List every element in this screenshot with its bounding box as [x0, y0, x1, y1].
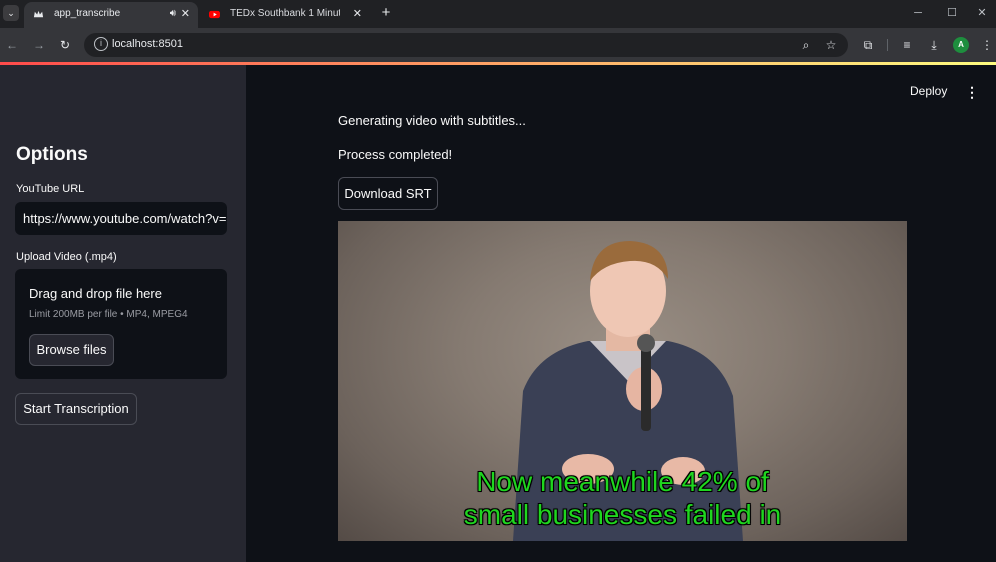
browser-menu-icon[interactable]: ⋮ [979, 37, 995, 53]
reload-icon[interactable]: ↻ [57, 37, 73, 53]
streamlit-crown-icon [33, 10, 44, 18]
start-transcription-button[interactable]: Start Transcription [15, 393, 137, 425]
dropzone-limit: Limit 200MB per file • MP4, MPEG4 [29, 309, 188, 320]
maximize-icon[interactable]: ☐ [940, 4, 964, 22]
browse-files-button[interactable]: Browse files [29, 334, 114, 366]
minimize-icon[interactable]: ─ [906, 4, 930, 22]
tab-close-icon[interactable]: ✕ [353, 2, 362, 26]
tab-tedx-pitch[interactable]: TEDx Southbank 1 Minute Pitch ✕ [200, 2, 370, 28]
tab-search-button[interactable]: ⌄ [3, 5, 19, 21]
download-srt-button[interactable]: Download SRT [338, 177, 438, 210]
sidebar-title: Options [16, 144, 88, 165]
tab-title: app_transcribe [54, 8, 121, 19]
subtitle-line-2: small businesses failed in [463, 499, 782, 530]
sidebar: Options YouTube URL https://www.youtube.… [0, 65, 246, 562]
youtube-icon [209, 10, 220, 19]
file-dropzone[interactable]: Drag and drop file here Limit 200MB per … [15, 269, 227, 379]
subtitle-line-1: Now meanwhile 42% of [476, 466, 769, 497]
main-menu-icon[interactable]: ⋮ [964, 84, 980, 100]
speaker-icon[interactable]: 🔊︎ [170, 2, 176, 26]
profile-avatar[interactable]: A [953, 37, 969, 53]
bookmark-star-icon[interactable]: ☆ [823, 37, 839, 53]
forward-arrow-icon[interactable]: → [31, 37, 47, 53]
tab-title: TEDx Southbank 1 Minute Pitch [230, 8, 340, 19]
youtube-url-input[interactable]: https://www.youtube.com/watch?v= [15, 202, 227, 235]
status-completed: Process completed! [338, 147, 453, 162]
zoom-icon[interactable]: ⌕ [798, 37, 814, 53]
youtube-url-label: YouTube URL [16, 183, 85, 195]
upload-video-label: Upload Video (.mp4) [16, 251, 117, 263]
deploy-button[interactable]: Deploy [910, 84, 947, 98]
new-tab-button[interactable]: + [378, 3, 394, 23]
video-player[interactable]: Now meanwhile 42% of small businesses fa… [338, 221, 907, 541]
address-bar[interactable]: i localhost:8501 ⌕ ☆ [84, 33, 848, 57]
download-icon[interactable]: ⤓ [926, 37, 942, 53]
browser-tab-bar: ⌄ app_transcribe 🔊︎ ✕ TEDx Southbank 1 M… [0, 0, 996, 28]
extensions-icon[interactable]: ⧉ [860, 37, 876, 53]
tab-close-icon[interactable]: ✕ [181, 2, 190, 26]
close-window-icon[interactable]: ✕ [970, 4, 994, 22]
media-control-icon[interactable]: ≡ [899, 37, 915, 53]
site-info-icon[interactable]: i [94, 37, 108, 51]
back-arrow-icon[interactable]: ← [4, 37, 20, 53]
browser-toolbar: ← → ↻ i localhost:8501 ⌕ ☆ ⧉ ≡ ⤓ A ⋮ [0, 28, 996, 62]
url-text[interactable]: localhost:8501 [112, 38, 183, 50]
dropzone-instructions: Drag and drop file here [29, 286, 162, 301]
tab-app-transcribe[interactable]: app_transcribe 🔊︎ ✕ [24, 2, 198, 28]
toolbar-divider [887, 39, 888, 51]
status-generating: Generating video with subtitles... [338, 113, 526, 128]
